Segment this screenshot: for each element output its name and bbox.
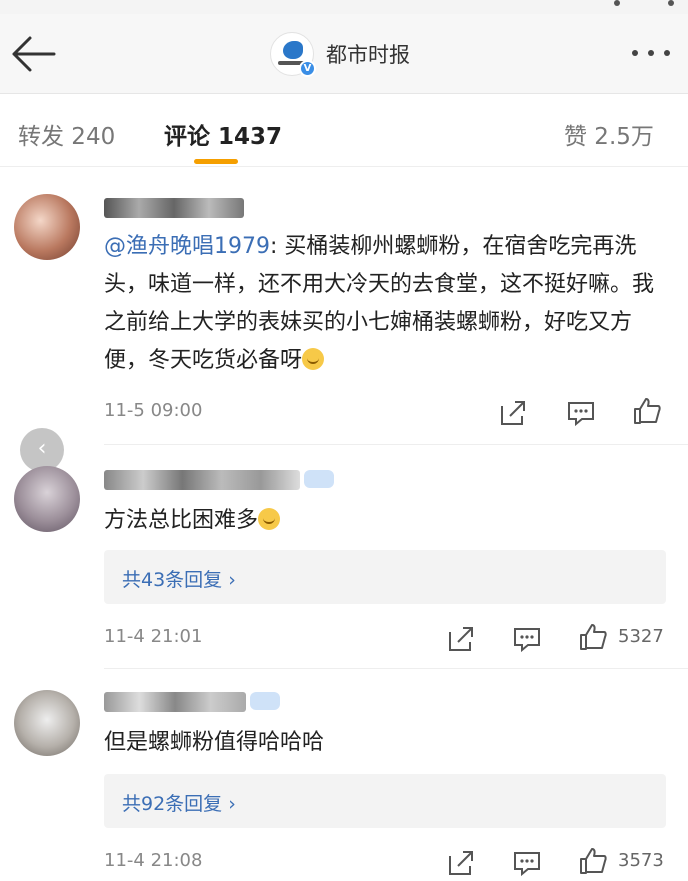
replies-box[interactable]: 共92条回复 ›: [104, 774, 666, 828]
nav-account[interactable]: V 都市时报: [270, 32, 410, 77]
blurred-username[interactable]: [104, 692, 246, 712]
comment-icon[interactable]: [512, 848, 542, 878]
comment-time: 11-4 21:01: [104, 626, 203, 647]
avatar[interactable]: [14, 690, 80, 756]
dog-emoji-icon: [302, 348, 325, 370]
status-dots: [614, 0, 674, 6]
account-logo[interactable]: V: [270, 32, 316, 77]
share-icon[interactable]: [498, 398, 528, 428]
tab-comments[interactable]: 评论 1437: [164, 117, 282, 151]
avatar[interactable]: [14, 194, 80, 260]
like-count: 3573: [618, 850, 664, 871]
blurred-username[interactable]: [104, 198, 244, 218]
comment-text: @渔舟晚唱1979: 买桶装柳州螺蛳粉，在宿舍吃完再洗头，味道一样，还不用大冷天…: [104, 234, 655, 373]
comment-time: 11-4 21:08: [104, 850, 203, 871]
verified-badge-icon: V: [299, 60, 316, 77]
like-icon[interactable]: [578, 846, 608, 876]
laugh-emoji-icon: [258, 508, 281, 530]
avatar[interactable]: [14, 466, 80, 532]
tab-bar: 转发 240 评论 1437 赞 2.5万: [0, 95, 688, 167]
share-icon[interactable]: [446, 624, 476, 654]
member-badge-icon: [304, 470, 334, 488]
comment-text: 方法总比困难多: [104, 502, 281, 540]
tab-likes[interactable]: 赞 2.5万: [564, 117, 654, 151]
bird-logo-icon: [283, 41, 303, 59]
back-arrow-icon[interactable]: [10, 34, 56, 74]
tab-active-indicator: [194, 159, 238, 164]
replies-link[interactable]: 共43条回复 ›: [122, 565, 236, 592]
replies-box[interactable]: 共43条回复 ›: [104, 550, 666, 604]
comment-text: 但是螺蛳粉值得哈哈哈: [104, 730, 325, 755]
like-count: 5327: [618, 626, 664, 647]
like-icon[interactable]: [578, 622, 608, 652]
share-icon[interactable]: [446, 848, 476, 878]
comment-time: 11-5 09:00: [104, 400, 203, 421]
comment-icon[interactable]: [512, 624, 542, 654]
comment-icon[interactable]: [566, 398, 596, 428]
nav-bar: V 都市时报: [0, 14, 688, 94]
tab-repost[interactable]: 转发 240: [18, 117, 115, 151]
like-icon[interactable]: [632, 396, 662, 426]
replies-link[interactable]: 共92条回复 ›: [122, 789, 236, 816]
status-bar: [0, 0, 688, 14]
mention-link[interactable]: @渔舟晚唱1979: [104, 234, 270, 259]
page-title: 都市时报: [326, 43, 410, 67]
more-dots-icon[interactable]: [632, 50, 670, 56]
blurred-username[interactable]: [104, 470, 300, 490]
member-badge-icon: [250, 692, 280, 710]
